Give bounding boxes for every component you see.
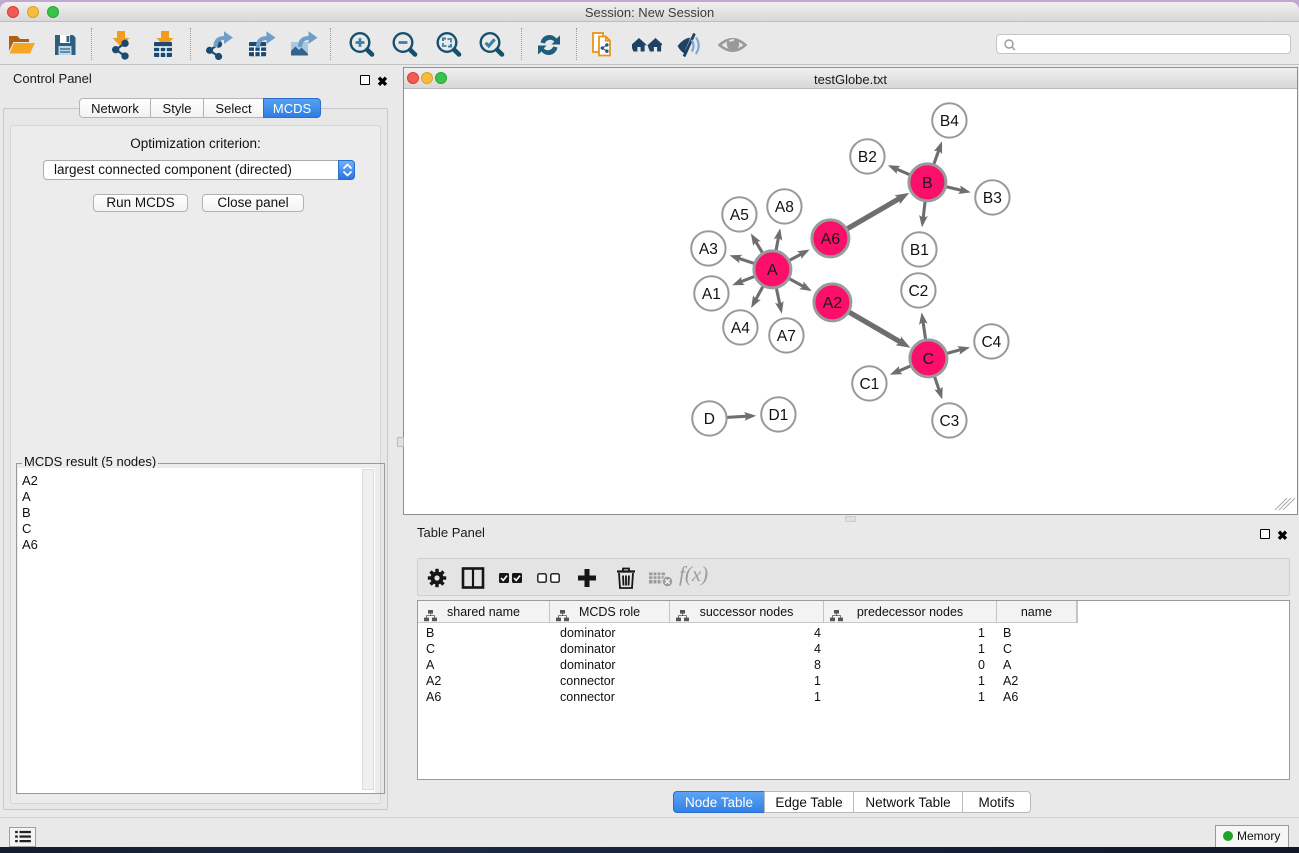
svg-text:B3: B3 xyxy=(983,190,1002,207)
svg-text:A2: A2 xyxy=(823,295,843,312)
svg-text:A: A xyxy=(767,262,778,279)
svg-text:C4: C4 xyxy=(981,334,1001,351)
svg-text:C2: C2 xyxy=(908,283,928,300)
svg-text:A6: A6 xyxy=(821,231,841,248)
svg-text:C1: C1 xyxy=(859,376,879,393)
svg-text:B1: B1 xyxy=(910,242,929,259)
svg-text:D1: D1 xyxy=(768,407,788,424)
svg-text:A5: A5 xyxy=(730,207,749,224)
svg-text:A7: A7 xyxy=(777,328,796,345)
svg-text:A8: A8 xyxy=(775,199,794,216)
svg-text:B: B xyxy=(922,175,933,192)
svg-text:B4: B4 xyxy=(940,113,959,130)
svg-text:D: D xyxy=(704,411,715,428)
svg-text:A1: A1 xyxy=(702,286,721,303)
svg-text:A3: A3 xyxy=(699,241,718,258)
svg-text:C: C xyxy=(923,351,935,368)
svg-text:C3: C3 xyxy=(939,413,959,430)
svg-text:A4: A4 xyxy=(731,320,750,337)
svg-text:B2: B2 xyxy=(858,149,877,166)
